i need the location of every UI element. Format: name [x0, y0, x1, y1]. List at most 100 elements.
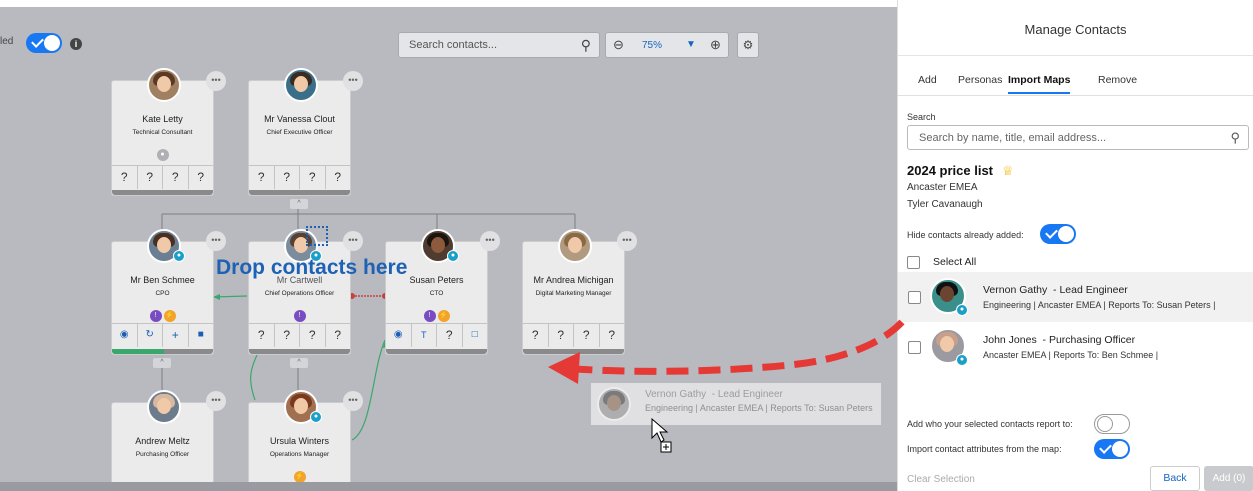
- add-button[interactable]: Add (0): [1204, 466, 1253, 491]
- card-question-row[interactable]: ????: [112, 165, 213, 189]
- question-cell[interactable]: ?: [600, 324, 625, 347]
- drop-hint: Drop contacts here: [216, 256, 408, 279]
- contact-card[interactable]: Andrew Meltz Purchasing Officer: [111, 390, 214, 491]
- panel-search-input[interactable]: Search by name, title, email address... …: [907, 125, 1249, 150]
- question-cell[interactable]: ?: [437, 324, 463, 347]
- avatar: [147, 68, 181, 102]
- attribute-icon: !: [149, 310, 162, 322]
- question-cell[interactable]: ?: [326, 166, 351, 189]
- contact-subtitle: Engineering | Ancaster EMEA | Reports To…: [983, 300, 1216, 310]
- card-name: Kate Letty: [142, 114, 183, 124]
- contact-card[interactable]: Mr Andrea Michigan Digital Marketing Man…: [522, 229, 625, 355]
- report-to-toggle[interactable]: [1094, 414, 1130, 434]
- card-status-icons: !: [249, 309, 350, 322]
- handshake-icon[interactable]: ↻: [138, 324, 163, 347]
- question-cell[interactable]: ?: [189, 166, 214, 189]
- avatar: [558, 229, 592, 263]
- question-cell[interactable]: ?: [523, 324, 549, 347]
- card-question-row[interactable]: ????: [249, 165, 350, 189]
- more-icon[interactable]: •••: [343, 391, 363, 411]
- target-icon[interactable]: ◉: [112, 324, 138, 347]
- map-account: Ancaster EMEA: [907, 182, 978, 193]
- question-cell[interactable]: ?: [574, 324, 600, 347]
- org-chart-canvas[interactable]: led i Search contacts... ⚲ ⊖ 75% ▼ ⊕ ⚙ K…: [0, 0, 897, 491]
- card-bar: [523, 349, 624, 354]
- question-cell[interactable]: ?: [300, 166, 326, 189]
- expand-up-icon[interactable]: ^: [153, 358, 171, 368]
- question-cell[interactable]: ?: [249, 324, 275, 347]
- more-icon[interactable]: •••: [206, 71, 226, 91]
- import-attributes-toggle[interactable]: [1094, 439, 1130, 459]
- drag-cursor-icon: [651, 418, 672, 453]
- contact-checkbox[interactable]: [908, 291, 921, 304]
- text-icon[interactable]: T: [412, 324, 437, 347]
- canvas-scrollbar[interactable]: [0, 482, 897, 491]
- salesforce-badge-icon: ●: [956, 354, 968, 366]
- card-bar: [249, 349, 350, 354]
- square-icon[interactable]: ■: [189, 324, 214, 347]
- select-all-label: Select All: [933, 256, 977, 268]
- search-placeholder: Search by name, title, email address...: [919, 132, 1107, 144]
- contact-checkbox[interactable]: [908, 341, 921, 354]
- card-question-row[interactable]: ◉ ↻ + ■: [112, 323, 213, 347]
- list-item[interactable]: ● Vernon Gathy - Lead Engineer Engineeri…: [898, 272, 1253, 322]
- back-button[interactable]: Back: [1150, 466, 1200, 491]
- salesforce-badge-icon: ●: [956, 304, 968, 316]
- more-icon[interactable]: •••: [343, 71, 363, 91]
- card-question-row[interactable]: ????: [523, 323, 624, 347]
- toggle-knob: [1097, 416, 1113, 432]
- manage-contacts-panel: Manage Contacts Add Personas Import Maps…: [897, 0, 1253, 491]
- clear-selection-link[interactable]: Clear Selection: [907, 474, 975, 485]
- attribute-icon: !: [293, 310, 306, 322]
- tab-bar: Add Personas Import Maps Remove: [898, 70, 1253, 96]
- map-owner: Tyler Cavanaugh: [907, 199, 983, 210]
- salesforce-badge-icon: ●: [447, 250, 459, 262]
- card-title: Purchasing Officer: [135, 451, 190, 458]
- tab-add[interactable]: Add: [918, 74, 937, 86]
- select-all-checkbox[interactable]: [907, 256, 920, 269]
- card-name: Andrew Meltz: [135, 436, 190, 446]
- contact-card[interactable]: Mr Vanessa Clout Chief Executive Officer…: [248, 68, 351, 196]
- question-cell[interactable]: ?: [249, 166, 275, 189]
- salesforce-badge-icon: ●: [173, 250, 185, 262]
- question-cell[interactable]: ?: [112, 166, 138, 189]
- question-cell[interactable]: ?: [138, 166, 163, 189]
- card-title: Technical Consultant: [132, 129, 193, 136]
- search-icon[interactable]: ⚲: [1230, 130, 1240, 146]
- question-cell[interactable]: ?: [326, 324, 351, 347]
- contact-card[interactable]: Kate Letty Technical Consultant ● ????: [111, 68, 214, 196]
- tab-personas[interactable]: Personas: [958, 74, 1002, 86]
- question-cell[interactable]: ?: [275, 324, 300, 347]
- more-icon[interactable]: •••: [206, 391, 226, 411]
- map-name: 2024 price list: [907, 163, 993, 178]
- question-cell[interactable]: ?: [163, 166, 189, 189]
- square-outline-icon[interactable]: □: [463, 324, 488, 347]
- more-icon[interactable]: •••: [617, 231, 637, 251]
- more-icon[interactable]: •••: [343, 231, 363, 251]
- target-icon[interactable]: ◉: [386, 324, 412, 347]
- more-icon[interactable]: •••: [480, 231, 500, 251]
- card-name: Mr Vanessa Clout: [264, 114, 335, 124]
- attribute-icon: !: [423, 310, 436, 322]
- dragged-contact-ghost: Vernon Gathy - Lead Engineer Engineering…: [591, 383, 881, 425]
- list-item[interactable]: ● John Jones - Purchasing Officer Ancast…: [898, 322, 1253, 372]
- card-question-row[interactable]: ◉ T? □: [386, 323, 487, 347]
- ghost-subtitle: Engineering | Ancaster EMEA | Reports To…: [645, 403, 873, 413]
- card-name: Mr Ben Schmee: [130, 275, 195, 285]
- contact-card[interactable]: ● Mr Ben Schmee CPO ! ⚡ ◉ ↻ + ■: [111, 229, 214, 355]
- hide-added-toggle[interactable]: [1040, 224, 1076, 244]
- card-question-row[interactable]: ????: [249, 323, 350, 347]
- more-icon[interactable]: •••: [206, 231, 226, 251]
- question-cell[interactable]: ?: [549, 324, 574, 347]
- tab-remove[interactable]: Remove: [1098, 74, 1137, 86]
- expand-up-icon[interactable]: ^: [290, 199, 308, 209]
- contact-card[interactable]: ● Ursula Winters Operations Manager ⚡: [248, 390, 351, 491]
- panel-title: Manage Contacts: [1024, 22, 1127, 37]
- question-cell[interactable]: ?: [275, 166, 300, 189]
- expand-up-icon[interactable]: ^: [290, 358, 308, 368]
- avatar: [284, 68, 318, 102]
- question-cell[interactable]: ?: [300, 324, 326, 347]
- tab-import-maps[interactable]: Import Maps: [1008, 74, 1071, 94]
- plus-icon[interactable]: +: [163, 324, 189, 347]
- divider: [898, 55, 1253, 56]
